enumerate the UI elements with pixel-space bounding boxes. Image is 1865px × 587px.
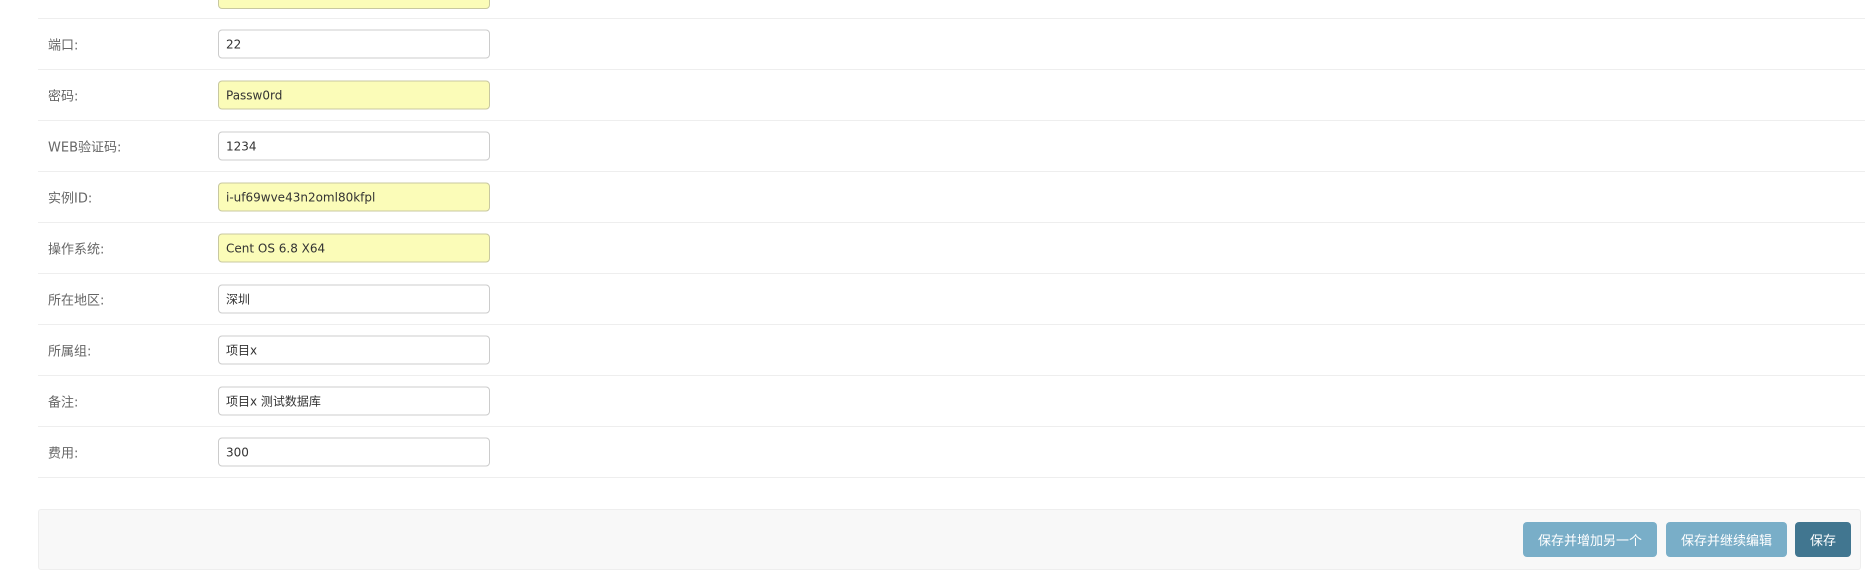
password-label: 密码: (48, 89, 79, 105)
form-row-notes: 备注: (38, 376, 1865, 427)
form-row-instance-id: 实例ID: (38, 172, 1865, 223)
notes-label: 备注: (48, 395, 79, 411)
instance-id-label: 实例ID: (48, 191, 93, 207)
save-and-add-another-button[interactable]: 保存并增加另一个 (1523, 522, 1657, 557)
submit-row: 保存并增加另一个 保存并继续编辑 保存 (38, 509, 1861, 570)
group-label: 所属组: (48, 344, 92, 360)
form-row-password: 密码: (38, 70, 1865, 121)
web-code-input[interactable] (218, 131, 490, 161)
password-input[interactable] (218, 80, 490, 110)
save-button[interactable]: 保存 (1795, 522, 1851, 557)
web-code-label: WEB验证码: (48, 140, 122, 156)
form-row-group: 所属组: (38, 325, 1865, 376)
form-row-region: 所在地区: (38, 274, 1865, 325)
os-input[interactable] (218, 233, 490, 263)
cost-input[interactable] (218, 437, 490, 467)
form-row-cost: 费用: (38, 427, 1865, 478)
form-row-os: 操作系统: (38, 223, 1865, 274)
form-row-partial (38, 0, 1865, 19)
notes-input[interactable] (218, 386, 490, 416)
os-label: 操作系统: (48, 242, 105, 258)
form-row-web-code: WEB验证码: (38, 121, 1865, 172)
cost-label: 费用: (48, 446, 79, 462)
partial-field[interactable] (218, 0, 490, 9)
port-input[interactable] (218, 29, 490, 59)
group-input[interactable] (218, 335, 490, 365)
port-label: 端口: (48, 38, 79, 54)
region-input[interactable] (218, 284, 490, 314)
save-and-continue-button[interactable]: 保存并继续编辑 (1666, 522, 1787, 557)
form-row-port: 端口: (38, 19, 1865, 70)
instance-id-input[interactable] (218, 182, 490, 212)
edit-form: 端口: 密码: WEB验证码: 实例ID: 操作系统: 所在地区: 所属组: 备… (38, 0, 1865, 478)
region-label: 所在地区: (48, 293, 105, 309)
